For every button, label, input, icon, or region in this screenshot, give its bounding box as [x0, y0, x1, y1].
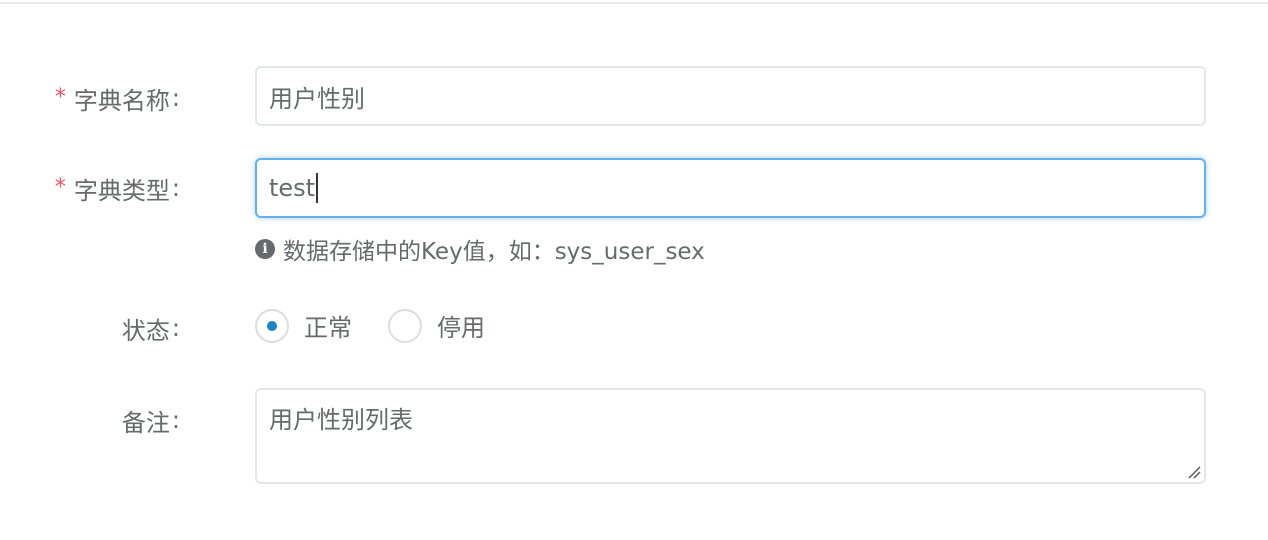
status-label-text: 状态	[121, 316, 170, 345]
status-radio-disabled[interactable]: 停用	[388, 308, 485, 343]
dict-name-label: * 字典名称 :	[55, 80, 180, 116]
remark-label-text: 备注	[121, 408, 170, 437]
label-colon: :	[171, 174, 180, 202]
remark-textarea[interactable]: 用户性别列表	[255, 388, 1206, 484]
dict-type-value: test	[269, 174, 316, 202]
required-mark: *	[54, 84, 66, 110]
text-caret	[316, 173, 319, 203]
status-normal-label[interactable]: 正常	[304, 308, 352, 343]
dict-name-label-text: 字典名称	[73, 86, 170, 115]
dict-name-input[interactable]: 用户性别	[255, 66, 1206, 126]
dict-type-help: i 数据存储中的Key值，如：sys_user_sex	[255, 232, 705, 266]
dict-name-value: 用户性别	[269, 84, 365, 113]
radio-checked-icon[interactable]	[255, 308, 289, 343]
label-colon: :	[171, 314, 180, 342]
resize-handle-icon[interactable]	[1187, 465, 1201, 479]
dict-type-label: * 字典类型 :	[55, 170, 180, 206]
status-radio-normal[interactable]: 正常	[255, 308, 352, 343]
status-radio-group: 正常 停用	[255, 308, 521, 343]
status-label: 状态 :	[122, 310, 180, 346]
label-colon: :	[171, 84, 180, 112]
radio-unchecked-icon[interactable]	[388, 308, 422, 343]
dict-type-label-text: 字典类型	[73, 176, 170, 205]
radio-dot	[267, 320, 277, 331]
dict-type-input[interactable]: test	[255, 158, 1206, 218]
dict-type-form: * 字典名称 : 用户性别 * 字典类型 : test i 数据存储中的Key值…	[0, 0, 1268, 540]
required-mark: *	[54, 174, 66, 200]
remark-label: 备注 :	[122, 402, 180, 438]
info-circle-icon: i	[255, 239, 275, 259]
status-disabled-label[interactable]: 停用	[437, 308, 485, 343]
remark-value: 用户性别列表	[269, 406, 413, 434]
dict-type-help-text: 数据存储中的Key值，如：sys_user_sex	[283, 239, 705, 265]
label-colon: :	[171, 406, 180, 434]
